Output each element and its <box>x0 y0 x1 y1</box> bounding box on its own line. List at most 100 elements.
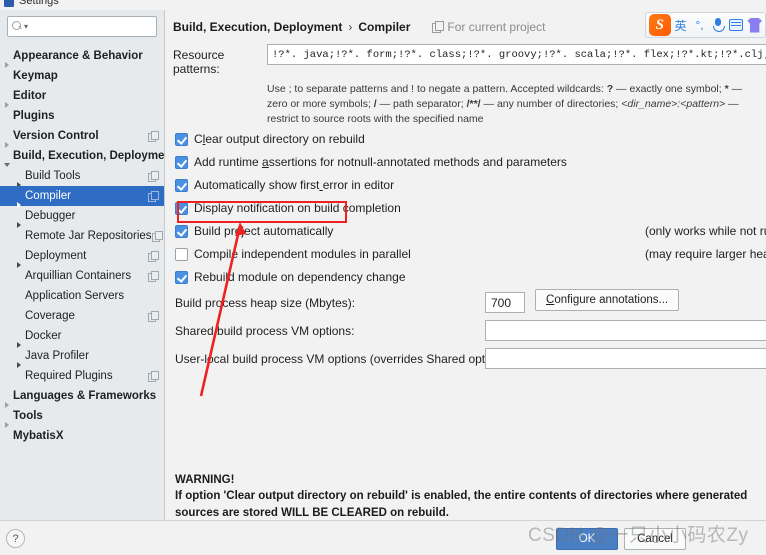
sidebar-item-label: Build, Execution, Deployment <box>13 150 176 162</box>
field-row-1: Shared build process VM options: <box>165 317 766 345</box>
checkbox-checked[interactable] <box>175 201 188 215</box>
breadcrumb-parent[interactable]: Build, Execution, Deployment <box>173 20 342 34</box>
sidebar-item-label: Build Tools <box>25 170 81 182</box>
sidebar-item-languages-frameworks[interactable]: Languages & Frameworks <box>0 386 164 408</box>
resource-patterns-row: Resource patterns: !?*. java;!?*. form;!… <box>165 44 766 76</box>
ime-language-mode[interactable]: 英 <box>675 17 689 34</box>
warning-message: WARNING! If option 'Clear output directo… <box>175 472 765 520</box>
resource-patterns-label: Resource patterns: <box>173 48 225 76</box>
search-box[interactable]: ▾ <box>7 16 157 37</box>
checkbox-unchecked[interactable] <box>175 247 188 261</box>
sidebar-item-application-servers[interactable]: Application Servers <box>0 286 164 306</box>
option-row-display-notification-on-build-completion[interactable]: Display notification on build completion <box>165 197 766 220</box>
option-label: Compile independent modules in parallel <box>194 247 411 262</box>
settings-main-pane: Build, Execution, Deployment › Compiler … <box>165 10 766 520</box>
sidebar-item-deployment[interactable]: Deployment <box>0 246 164 268</box>
ok-button[interactable]: OK <box>556 528 618 550</box>
option-label: Build project automatically <box>194 224 334 239</box>
sidebar-item-docker[interactable]: Docker <box>0 326 164 348</box>
copy-settings-icon[interactable] <box>148 171 159 182</box>
field-row-2: User-local build process VM options (ove… <box>165 345 766 373</box>
sidebar-item-keymap[interactable]: Keymap <box>0 66 164 86</box>
sidebar-item-java-profiler[interactable]: Java Profiler <box>0 346 164 368</box>
sogou-logo-icon[interactable]: S <box>649 14 671 36</box>
sidebar-item-debugger[interactable]: Debugger <box>0 206 164 228</box>
sidebar-item-label: Languages & Frameworks <box>13 390 157 402</box>
checkbox-checked[interactable] <box>175 132 188 146</box>
keyboard-icon[interactable] <box>728 19 744 31</box>
option-label: Clear output directory on rebuild <box>194 132 365 147</box>
copy-settings-icon[interactable] <box>148 371 159 382</box>
resource-patterns-input[interactable]: !?*. java;!?*. form;!?*. class;!?*. groo… <box>267 44 766 65</box>
checkbox-checked[interactable] <box>175 155 188 169</box>
app-icon <box>4 0 14 7</box>
sidebar-item-label: Coverage <box>25 310 75 322</box>
punctuation-icon[interactable]: °, <box>692 15 707 35</box>
resource-patterns-value: !?*. java;!?*. form;!?*. class;!?*. groo… <box>272 48 766 61</box>
dialog-footer: ? OK Cancel <box>0 520 766 555</box>
resource-patterns-hint: Use ; to separate patterns and ! to nega… <box>267 83 743 126</box>
sidebar-item-label: Java Profiler <box>25 350 89 362</box>
field-label: User-local build process VM options (ove… <box>175 351 515 366</box>
option-label: Automatically show first error in editor <box>194 178 395 193</box>
option-row-add-runtime-assertions-for-notnull-annotated-methods-and-parameters[interactable]: Add runtime assertions for notnull-annot… <box>165 151 766 174</box>
sidebar-item-compiler[interactable]: Compiler <box>0 186 164 208</box>
sidebar-item-label: Application Servers <box>25 290 125 302</box>
field-input-2[interactable] <box>485 348 766 370</box>
sidebar-item-label: MybatisX <box>13 430 64 442</box>
sidebar-item-label: Tools <box>13 410 43 422</box>
window-title: Settings <box>19 0 59 7</box>
microphone-icon[interactable] <box>711 16 725 34</box>
sidebar-item-build-execution-deployment[interactable]: Build, Execution, Deployment <box>0 146 175 167</box>
project-scope-indicator: For current project <box>432 20 545 34</box>
copy-settings-icon[interactable] <box>148 131 159 142</box>
field-input-0[interactable]: 700 <box>485 292 525 314</box>
copy-settings-icon[interactable] <box>151 231 164 242</box>
copy-settings-icon[interactable] <box>148 191 159 202</box>
minimize-button[interactable]: ⌃ <box>751 0 760 7</box>
copy-settings-icon[interactable] <box>148 251 159 262</box>
sidebar-item-plugins[interactable]: Plugins <box>0 106 164 126</box>
sidebar-item-label: Keymap <box>13 70 58 82</box>
sogou-ime-toolbar[interactable]: S 英 °, <box>645 12 766 38</box>
window-title-bar: Settings ⌃ <box>0 0 766 10</box>
sidebar-item-coverage[interactable]: Coverage <box>0 306 164 326</box>
sidebar-item-version-control[interactable]: Version Control <box>0 126 164 148</box>
sidebar-item-tools[interactable]: Tools <box>0 406 164 428</box>
field-input-1[interactable] <box>485 320 766 342</box>
sidebar-item-label: Deployment <box>25 250 87 262</box>
checkbox-checked[interactable] <box>175 270 188 284</box>
cancel-button[interactable]: Cancel <box>624 528 686 550</box>
sidebar-item-label: Appearance & Behavior <box>13 50 143 62</box>
checkbox-checked[interactable] <box>175 224 188 238</box>
help-button[interactable]: ? <box>6 529 25 548</box>
settings-dialog-body: ▾ Appearance & Behavior Keymap Editor Plugi… <box>0 10 766 520</box>
sidebar-item-label: Compiler <box>25 190 72 202</box>
sidebar-item-label: Plugins <box>13 110 55 122</box>
option-row-clear-output-directory-on-rebuild[interactable]: Clear output directory on rebuild <box>165 128 766 151</box>
sidebar-item-arquillian-containers[interactable]: Arquillian Containers <box>0 266 164 286</box>
option-label: Add runtime assertions for notnull-annot… <box>194 155 567 170</box>
option-row-rebuild-module-on-dependency-change[interactable]: Rebuild module on dependency change <box>165 266 766 289</box>
copy-settings-icon[interactable] <box>148 271 159 282</box>
option-row-automatically-show-first-error-in-editor[interactable]: Automatically show first error in editor <box>165 174 766 197</box>
field-label: Shared build process VM options: <box>175 323 355 338</box>
copy-settings-icon <box>432 21 445 33</box>
chevron-down-icon[interactable]: ▾ <box>24 22 28 31</box>
checkbox-checked[interactable] <box>175 178 188 192</box>
sidebar-item-mybatisx[interactable]: MybatisX <box>0 426 164 446</box>
skin-shirt-icon[interactable] <box>747 17 762 33</box>
sidebar-search-row: ▾ <box>0 16 164 44</box>
compiler-options-list: Clear output directory on rebuild Add run… <box>165 128 766 289</box>
copy-settings-icon[interactable] <box>148 311 159 322</box>
option-label: Rebuild module on dependency change <box>194 270 406 285</box>
sidebar-item-appearance-behavior[interactable]: Appearance & Behavior <box>0 46 164 68</box>
sidebar-item-editor[interactable]: Editor <box>0 86 164 108</box>
search-input[interactable] <box>31 19 152 34</box>
sidebar-item-remote-jar-repositories[interactable]: Remote Jar Repositories <box>0 226 164 246</box>
sidebar-item-required-plugins[interactable]: Required Plugins <box>0 366 164 386</box>
option-row-compile-independent-modules-in-parallel[interactable]: Compile independent modules in parallel (… <box>165 243 766 266</box>
sidebar-item-label: Debugger <box>25 210 76 222</box>
option-row-build-project-automatically[interactable]: Build project automatically (only works w… <box>165 220 766 243</box>
sidebar-item-build-tools[interactable]: Build Tools <box>0 166 164 188</box>
